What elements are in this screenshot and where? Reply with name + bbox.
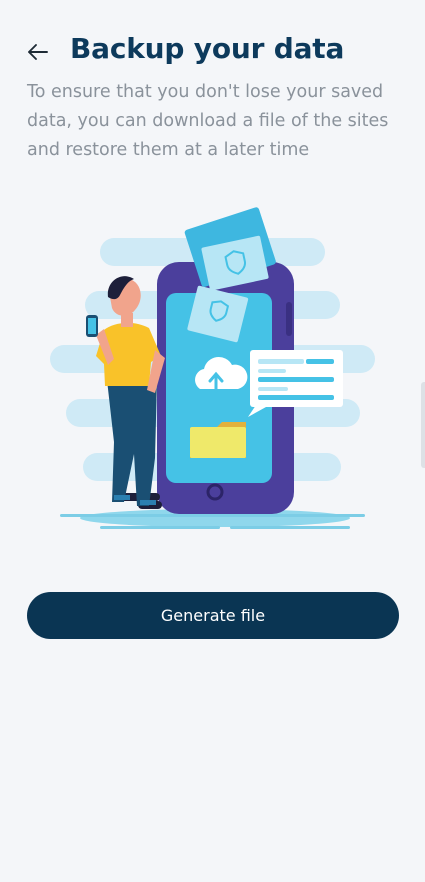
generate-file-button[interactable]: Generate file <box>27 592 399 639</box>
folder-icon <box>190 422 246 458</box>
side-handle[interactable] <box>421 382 425 468</box>
header: Backup your data <box>0 30 425 74</box>
arrow-left-icon <box>28 44 48 60</box>
backup-illustration <box>50 207 375 529</box>
description-text: To ensure that you don't lose your saved… <box>27 82 389 160</box>
page-title: Backup your data <box>70 32 345 65</box>
chat-bubble <box>248 350 343 417</box>
back-button[interactable] <box>22 36 54 68</box>
